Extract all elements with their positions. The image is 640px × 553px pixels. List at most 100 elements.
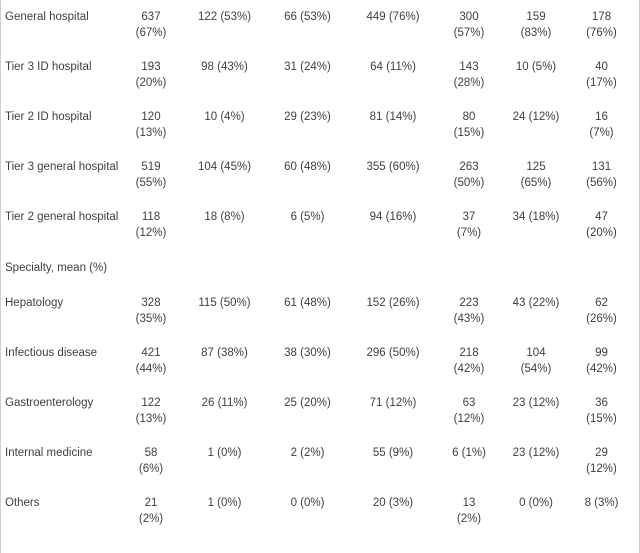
statistics-table: General hospital 637 (67%) 122 (53%) 66 (53%… — [5, 0, 636, 536]
table-cell: 13 (2%) — [437, 486, 501, 536]
table-cell: 47 (20%) — [571, 200, 636, 250]
cell-percent: (43%) — [453, 313, 485, 325]
table-cell: 159 (83%) — [501, 0, 571, 50]
cell-value: 143 — [459, 61, 479, 73]
table-cell: 87 (38%) — [183, 336, 266, 386]
cell-percent: (13%) — [135, 413, 167, 425]
cell-value: 31 (24%) — [284, 61, 331, 73]
table-body: General hospital 637 (67%) 122 (53%) 66 (53%… — [5, 0, 636, 536]
table-row: Gastroenterology 122 (13%) 26 (11%) 25 (20%)… — [5, 386, 636, 436]
table-cell: 29 (12%) — [571, 436, 636, 486]
cell-value: 98 (43%) — [201, 61, 248, 73]
cell-percent: (6%) — [138, 463, 164, 475]
cell-percent: (26%) — [586, 313, 617, 325]
cell-percent: (12%) — [135, 227, 167, 239]
cell-value: 263 — [459, 161, 479, 173]
cell-percent: (76%) — [586, 27, 617, 39]
table-row: Infectious disease 421 (44%) 87 (38%) 38 (30… — [5, 336, 636, 386]
cell-percent: (50%) — [453, 177, 485, 189]
cell-percent: (55%) — [135, 177, 167, 189]
cell-value: 355 (60%) — [366, 161, 420, 173]
table-cell: 94 (16%) — [349, 200, 437, 250]
table-cell: 120 (13%) — [119, 100, 183, 150]
table-row: Tier 3 general hospital 519 (55%) 104 (45%)… — [5, 150, 636, 200]
cell-percent: (7%) — [456, 227, 482, 239]
cell-value: 16 — [595, 111, 608, 123]
cell-percent: (28%) — [453, 77, 485, 89]
row-label: Internal medicine — [5, 447, 93, 459]
cell-value: 6 (5%) — [290, 211, 325, 223]
table-cell: 421 (44%) — [119, 336, 183, 386]
cell-value: 66 (53%) — [284, 11, 331, 23]
cell-value: 178 — [591, 11, 612, 23]
cell-percent: (2%) — [138, 513, 164, 525]
cell-value: 71 (12%) — [369, 397, 417, 409]
cell-percent: (42%) — [586, 363, 617, 375]
cell-percent: (35%) — [135, 313, 167, 325]
table-cell: 29 (23%) — [266, 100, 349, 150]
cell-value: 38 (30%) — [284, 347, 331, 359]
cell-percent: (54%) — [520, 363, 552, 375]
table-cell: 36 (15%) — [571, 386, 636, 436]
row-label: General hospital — [5, 11, 89, 23]
cell-value: 43 (22%) — [512, 297, 560, 309]
table-cell: 104 (54%) — [501, 336, 571, 386]
cell-value: 40 — [595, 61, 608, 73]
table-cell: 63 (12%) — [437, 386, 501, 436]
cell-value: 61 (48%) — [284, 297, 331, 309]
row-label: Tier 2 general hospital — [5, 211, 119, 223]
section-empty-cell — [119, 250, 636, 286]
table-cell: 125 (65%) — [501, 150, 571, 200]
table-cell: 80 (15%) — [437, 100, 501, 150]
cell-value: 300 — [459, 11, 479, 23]
cell-value: 34 (18%) — [512, 211, 560, 223]
table-cell: 40 (17%) — [571, 50, 636, 100]
cell-value: 449 (76%) — [366, 11, 420, 23]
cell-value: 87 (38%) — [201, 347, 248, 359]
table-cell: 62 (26%) — [571, 286, 636, 336]
cell-value: 81 (14%) — [369, 111, 417, 123]
cell-percent: (67%) — [135, 27, 167, 39]
table-cell: 16 (7%) — [571, 100, 636, 150]
cell-value: 10 (4%) — [204, 111, 245, 123]
table-cell: 43 (22%) — [501, 286, 571, 336]
cell-value: 115 (50%) — [198, 297, 251, 309]
table-cell: 21 (2%) — [119, 486, 183, 536]
table-cell: 2 (2%) — [266, 436, 349, 486]
row-label: Hepatology — [5, 297, 64, 309]
table-cell: 18 (8%) — [183, 200, 266, 250]
table-scroll-container[interactable]: General hospital 637 (67%) 122 (53%) 66 (53%… — [0, 0, 640, 553]
table-cell: 193 (20%) — [119, 50, 183, 100]
cell-value: 0 (0%) — [290, 497, 325, 509]
cell-value: 104 — [526, 347, 546, 359]
cell-value: 13 — [462, 497, 476, 509]
table-cell: 519 (55%) — [119, 150, 183, 200]
cell-value: 29 — [595, 447, 608, 459]
table-cell: 26 (11%) — [183, 386, 266, 436]
cell-value: 125 — [526, 161, 546, 173]
table-cell: 637 (67%) — [119, 0, 183, 50]
cell-value: 131 — [591, 161, 612, 173]
cell-value: 47 — [595, 211, 608, 223]
table-cell: 99 (42%) — [571, 336, 636, 386]
row-label: Tier 3 ID hospital — [5, 61, 92, 73]
table-cell: 37 (7%) — [437, 200, 501, 250]
table-cell: 152 (26%) — [349, 286, 437, 336]
cell-percent: (15%) — [453, 127, 485, 139]
cell-percent: (20%) — [135, 77, 167, 89]
cell-value: 223 — [459, 297, 479, 309]
table-cell: 178 (76%) — [571, 0, 636, 50]
cell-value: 120 — [141, 111, 161, 123]
cell-value: 519 — [141, 161, 161, 173]
cell-percent: (20%) — [586, 227, 617, 239]
cell-value: 2 (2%) — [290, 447, 325, 459]
table-cell: 328 (35%) — [119, 286, 183, 336]
table-section-row: Specialty, mean (%) — [5, 250, 636, 286]
cell-percent: (57%) — [453, 27, 485, 39]
cell-value: 1 (0%) — [207, 497, 242, 509]
cell-percent: (2%) — [456, 513, 482, 525]
table-cell: 38 (30%) — [266, 336, 349, 386]
row-label: Tier 3 general hospital — [5, 161, 119, 173]
cell-value: 24 (12%) — [512, 111, 560, 123]
cell-value: 0 (0%) — [519, 497, 553, 509]
